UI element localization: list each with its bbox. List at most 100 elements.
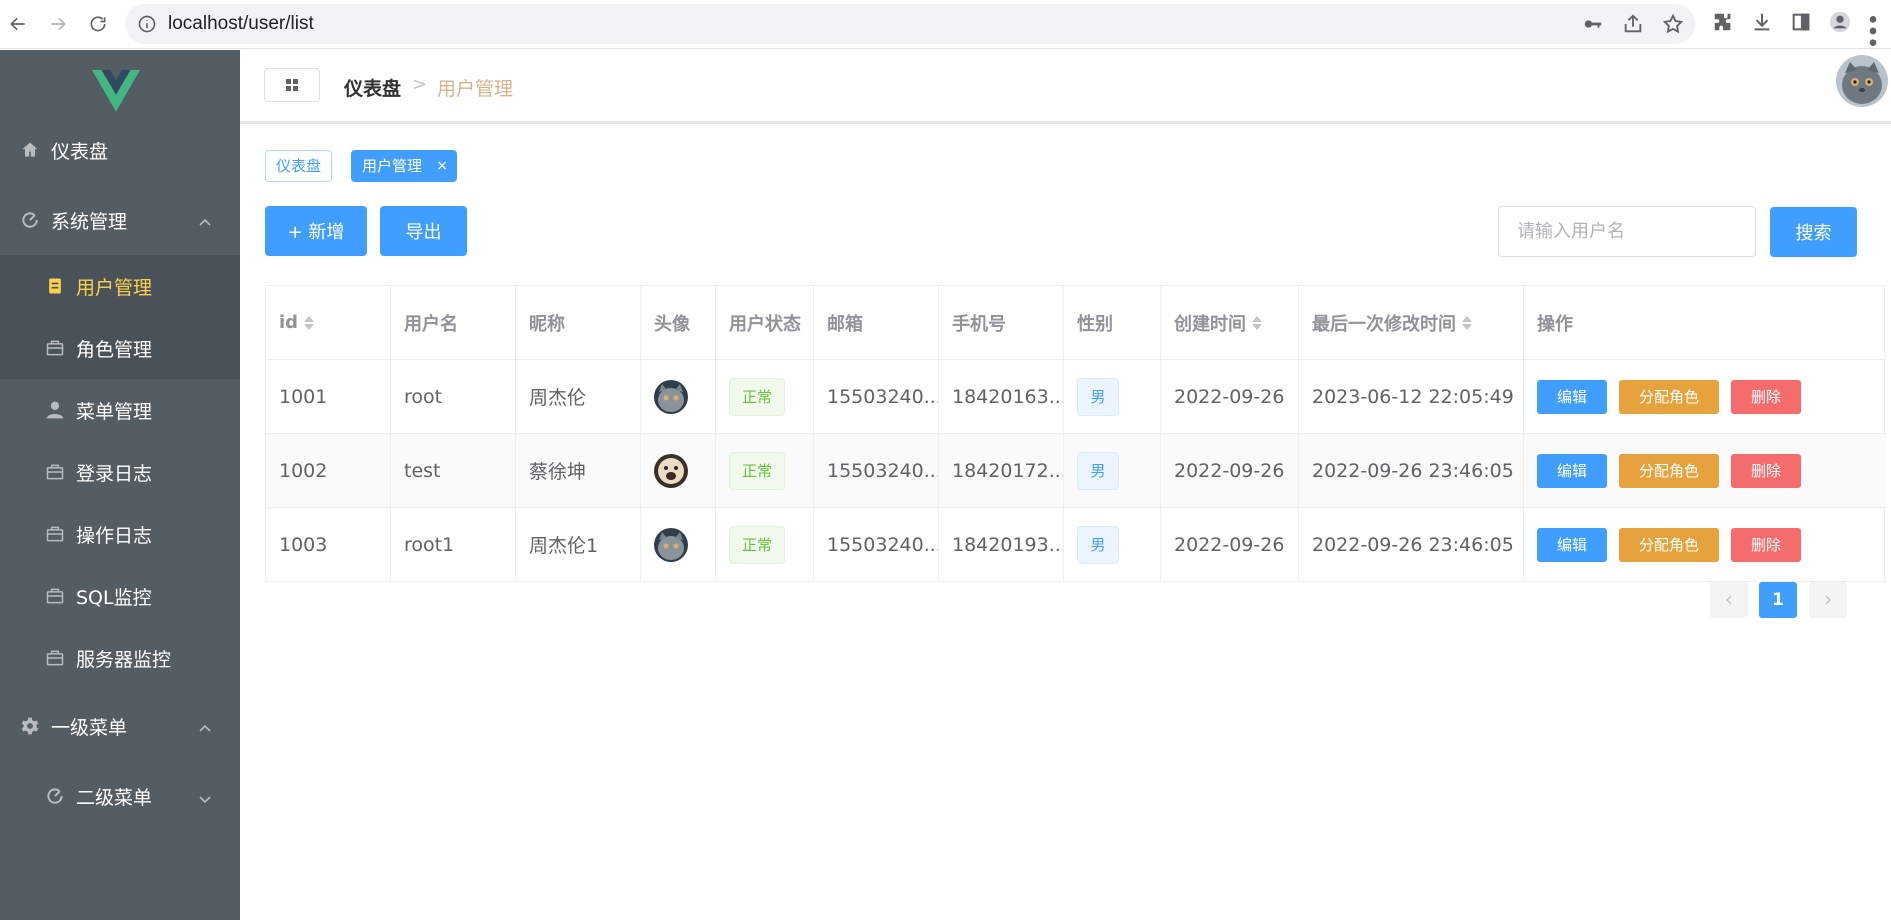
cell-phone: 18420193... [939,508,1064,581]
side-panel-icon[interactable] [1790,11,1812,33]
column-header-username: 用户名 [391,286,516,359]
breadcrumb-home[interactable]: 仪表盘 [344,74,401,101]
column-header-sex: 性别 [1064,286,1161,359]
sort-icon[interactable] [1252,315,1262,330]
sidebar-item-menu-management[interactable]: 菜单管理 [0,379,240,441]
collapse-toggle-button[interactable] [264,68,320,102]
more-menu-icon[interactable] [1868,11,1878,46]
status-badge: 正常 [729,525,786,564]
search-button[interactable]: 搜索 [1770,207,1857,257]
back-icon[interactable] [2,8,34,40]
sidebar-item-operation-log[interactable]: 操作日志 [0,503,240,565]
cell-created: 2022-09-26 [1161,360,1299,433]
table-row: 1001 root 周杰伦 正常 15503240... 18420163...… [266,360,1886,434]
suitcase-icon [45,338,65,358]
next-page-button[interactable] [1809,582,1847,618]
delete-button[interactable]: 删除 [1731,379,1801,414]
add-user-button[interactable]: + 新增 [265,206,367,256]
suitcase-icon [45,648,65,668]
cell-updated: 2023-06-12 22:05:49 [1299,360,1524,433]
header-label: 头像 [654,313,690,335]
delete-button[interactable]: 删除 [1731,453,1801,488]
document-icon [45,276,65,296]
status-badge: 正常 [729,377,786,416]
sidebar-item-label: 一级菜单 [51,716,128,739]
cell-email: 15503240... [814,360,939,433]
site-info-icon[interactable] [137,14,157,34]
avatar[interactable] [1836,55,1888,107]
sidebar-item-role-management[interactable]: 角色管理 [0,317,240,379]
chevron-down-icon [198,789,212,804]
cell-actions: 编辑 分配角色 删除 [1524,360,1886,433]
column-header-id[interactable]: id [266,286,391,359]
cell-actions: 编辑 分配角色 删除 [1524,434,1886,507]
sidebar-item-server-monitor[interactable]: 服务器监控 [0,627,240,689]
sidebar-item-dashboard[interactable]: 仪表盘 [0,119,240,181]
sidebar-group-level1[interactable]: 一级菜单 [0,695,240,757]
url-text[interactable]: localhost/user/list [168,4,314,44]
column-header-status: 用户状态 [716,286,814,359]
delete-button[interactable]: 删除 [1731,527,1801,562]
header-label: 手机号 [952,313,1006,335]
tab-label: 仪表盘 [276,157,322,175]
tab-user-management[interactable]: 用户管理 × [351,150,457,182]
extensions-icon[interactable] [1712,11,1734,33]
assign-role-button[interactable]: 分配角色 [1619,453,1719,488]
sort-icon[interactable] [1462,315,1472,330]
profile-icon[interactable] [1829,11,1851,33]
suitcase-icon [45,462,65,482]
address-bar[interactable]: localhost/user/list [125,4,1695,44]
cell-sex: 男 [1064,360,1161,433]
cell-id: 1001 [266,360,391,433]
sidebar-item-user-management[interactable]: 用户管理 [0,255,240,317]
cell-avatar [641,508,716,581]
chevron-up-icon [198,213,212,227]
header-label: 邮箱 [827,313,863,335]
suitcase-icon [45,524,65,544]
header-label: 昵称 [529,313,565,335]
sidebar-item-label: SQL监控 [76,586,152,609]
close-icon[interactable]: × [436,151,448,181]
sidebar-group-level2[interactable]: 二级菜单 [0,765,240,827]
edit-button[interactable]: 编辑 [1537,527,1607,562]
cell-username: test [391,434,516,507]
share-icon[interactable] [1622,13,1644,35]
tab-label: 用户管理 [362,157,423,175]
cell-username: root [391,360,516,433]
prev-page-button[interactable] [1710,582,1748,618]
sidebar-item-label: 系统管理 [51,210,128,233]
cell-avatar [641,360,716,433]
export-button[interactable]: 导出 [380,206,467,256]
cell-username: root1 [391,508,516,581]
sidebar-item-sql-monitor[interactable]: SQL监控 [0,565,240,627]
column-header-created[interactable]: 创建时间 [1161,286,1299,359]
tab-dashboard[interactable]: 仪表盘 [265,150,332,182]
sort-icon[interactable] [304,315,315,330]
bookmark-star-icon[interactable] [1662,13,1684,35]
assign-role-button[interactable]: 分配角色 [1619,527,1719,562]
forward-icon[interactable] [42,8,74,40]
browser-toolbar: localhost/user/list [0,0,1891,49]
sidebar-group-system[interactable]: 系统管理 [0,189,240,251]
avatar [654,453,688,488]
sidebar-item-login-log[interactable]: 登录日志 [0,441,240,503]
refresh-icon [45,786,65,806]
cell-created: 2022-09-26 [1161,508,1299,581]
cell-email: 15503240... [814,434,939,507]
download-icon[interactable] [1751,11,1773,33]
cell-avatar [641,434,716,507]
cell-email: 15503240... [814,508,939,581]
cell-status: 正常 [716,508,814,581]
table-row: 1003 root1 周杰伦1 正常 15503240... 18420193.… [266,508,1886,582]
key-icon[interactable] [1582,13,1604,35]
search-input[interactable] [1498,206,1756,257]
column-header-updated[interactable]: 最后一次修改时间 [1299,286,1524,359]
edit-button[interactable]: 编辑 [1537,453,1607,488]
assign-role-button[interactable]: 分配角色 [1619,379,1719,414]
sex-badge: 男 [1077,377,1119,416]
page-number-button[interactable]: 1 [1759,582,1797,618]
chevron-left-icon [1725,595,1732,605]
cell-updated: 2022-09-26 23:46:05 [1299,434,1524,507]
edit-button[interactable]: 编辑 [1537,379,1607,414]
reload-icon[interactable] [82,8,114,40]
